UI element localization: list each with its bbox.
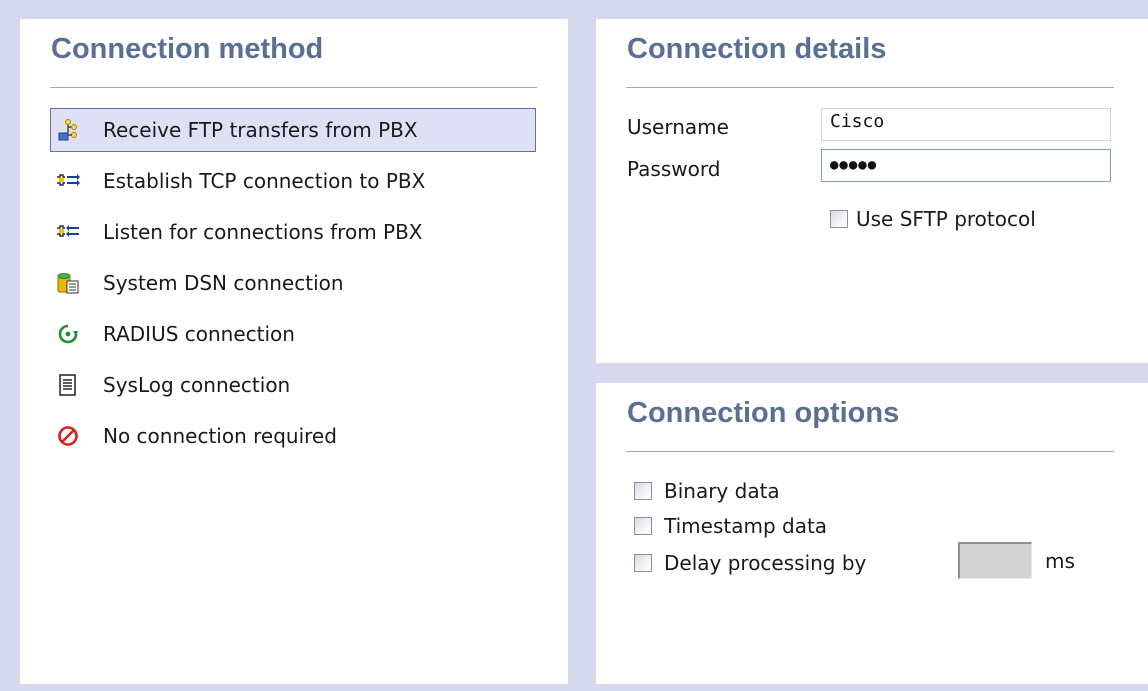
timestamp-data-checkbox[interactable]: Timestamp data	[634, 514, 827, 538]
method-label-tcp-establish: Establish TCP connection to PBX	[103, 169, 426, 193]
method-label-ftp: Receive FTP transfers from PBX	[103, 118, 418, 142]
connection-options-panel: Connection options Binary data Timestamp…	[596, 383, 1148, 684]
method-label-system-dsn: System DSN connection	[103, 271, 344, 295]
method-label-tcp-listen: Listen for connections from PBX	[103, 220, 423, 244]
method-item-ftp[interactable]: Receive FTP transfers from PBX	[50, 108, 536, 152]
ftp-transfer-icon	[56, 118, 80, 142]
connection-options-divider	[626, 451, 1114, 452]
delay-unit-label: ms	[1045, 549, 1075, 573]
delay-ms-input[interactable]	[958, 542, 1032, 579]
username-input[interactable]: Cisco	[821, 108, 1111, 141]
delay-processing-checkbox[interactable]: Delay processing by	[634, 551, 866, 575]
method-item-tcp-listen[interactable]: Listen for connections from PBX	[50, 210, 536, 254]
connection-method-title: Connection method	[51, 33, 324, 65]
connection-details-divider	[626, 87, 1114, 88]
use-sftp-checkbox[interactable]: Use SFTP protocol	[830, 207, 1036, 231]
method-label-syslog: SysLog connection	[103, 373, 291, 397]
use-sftp-label: Use SFTP protocol	[856, 207, 1036, 231]
method-item-no-connection[interactable]: No connection required	[50, 414, 536, 458]
username-label: Username	[627, 115, 729, 139]
connection-options-title: Connection options	[627, 397, 900, 429]
connection-method-panel: Connection method Receive FTP transfers …	[20, 19, 568, 684]
method-item-syslog[interactable]: SysLog connection	[50, 363, 536, 407]
method-label-no-connection: No connection required	[103, 424, 337, 448]
timestamp-data-checkbox-box[interactable]	[634, 517, 652, 535]
syslog-document-icon	[56, 373, 80, 397]
use-sftp-checkbox-box[interactable]	[830, 210, 848, 228]
timestamp-data-label: Timestamp data	[664, 514, 828, 538]
method-item-radius[interactable]: RADIUS connection	[50, 312, 536, 356]
method-item-tcp-establish[interactable]: Establish TCP connection to PBX	[50, 159, 536, 203]
binary-data-checkbox[interactable]: Binary data	[634, 479, 780, 503]
database-icon	[56, 271, 80, 295]
no-connection-icon	[56, 424, 80, 448]
connection-details-title: Connection details	[627, 33, 887, 65]
delay-processing-label: Delay processing by	[664, 551, 867, 575]
method-item-system-dsn[interactable]: System DSN connection	[50, 261, 536, 305]
password-label: Password	[627, 157, 721, 181]
tcp-listen-icon	[56, 220, 80, 244]
binary-data-label: Binary data	[664, 479, 780, 503]
connection-method-divider	[50, 87, 537, 88]
binary-data-checkbox-box[interactable]	[634, 482, 652, 500]
method-label-radius: RADIUS connection	[103, 322, 295, 346]
password-input[interactable]: ●●●●●	[821, 149, 1111, 182]
tcp-outbound-icon	[56, 169, 80, 193]
delay-processing-checkbox-box[interactable]	[634, 554, 652, 572]
connection-details-panel: Connection details Username Cisco Passwo…	[596, 19, 1148, 363]
radius-icon	[56, 322, 80, 346]
